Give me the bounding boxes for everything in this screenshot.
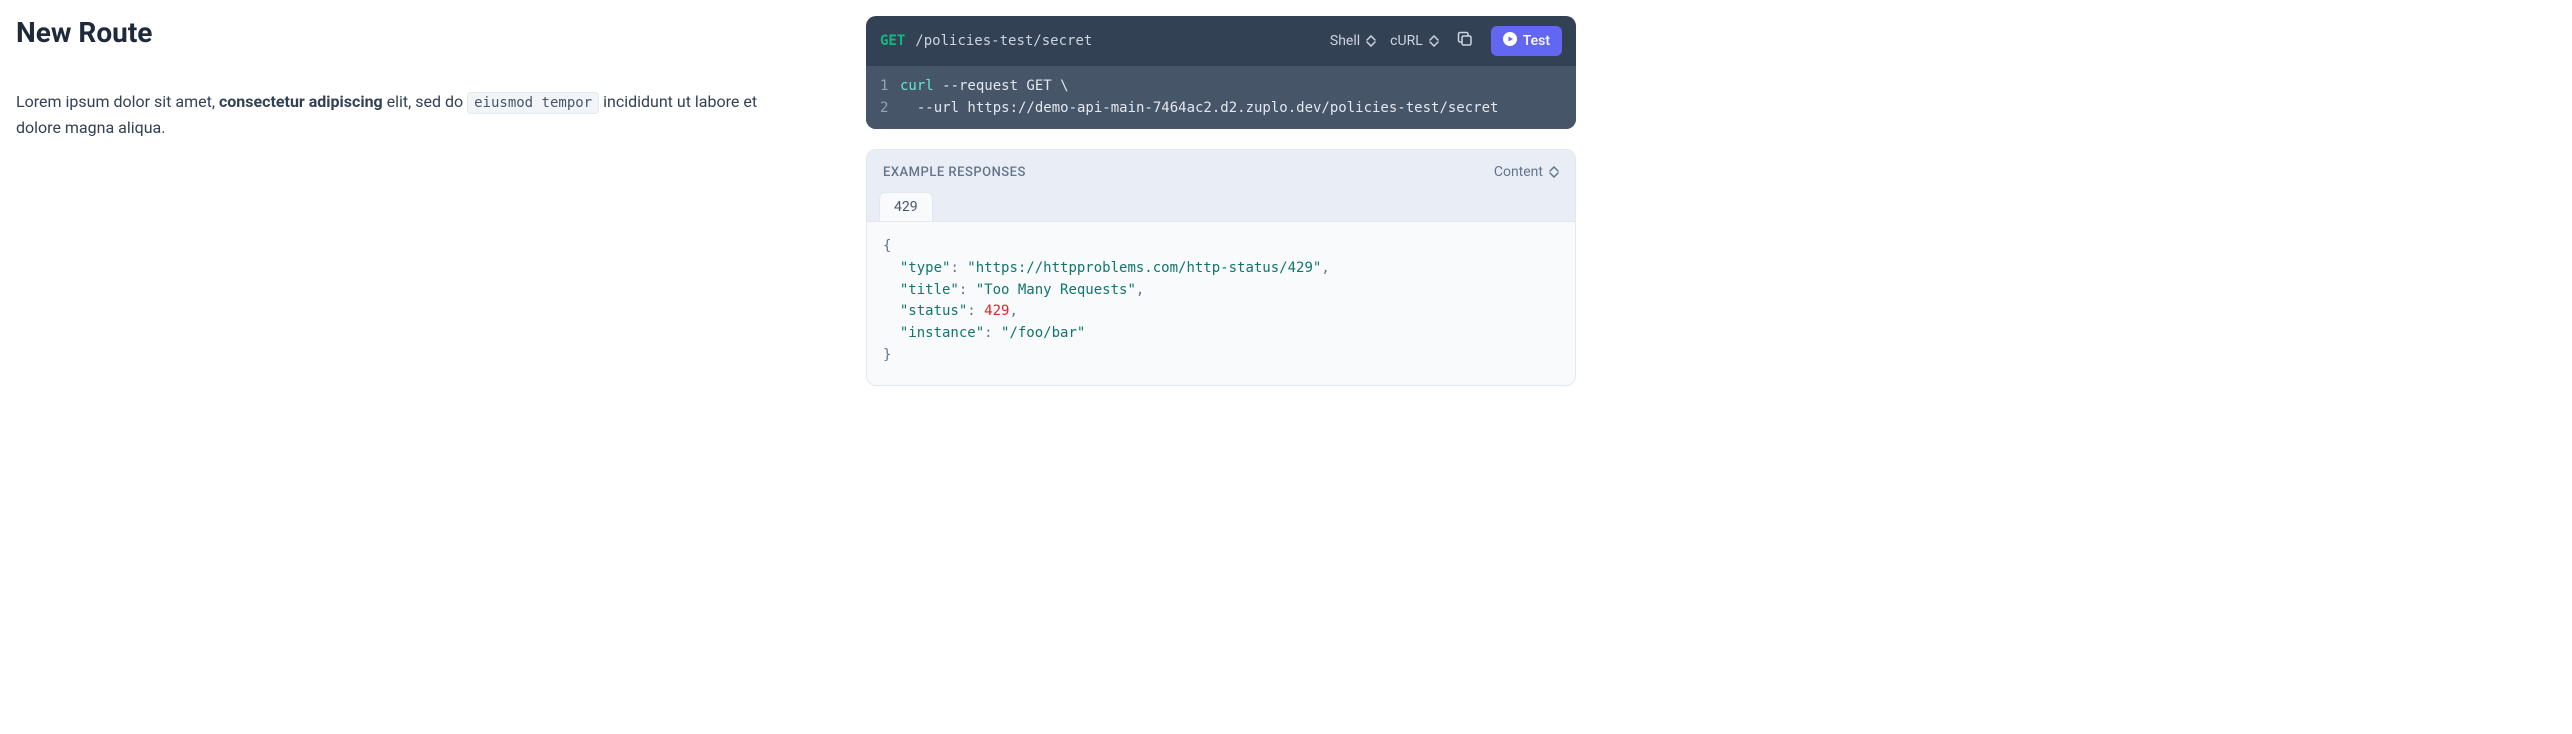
chevron-sort-icon	[1366, 35, 1376, 47]
inline-code: eiusmod tempor	[467, 92, 599, 114]
copy-button[interactable]	[1453, 29, 1477, 53]
code-text: --request GET \	[934, 78, 1069, 94]
content-selector[interactable]: Content	[1494, 164, 1559, 180]
line-number: 2	[880, 98, 900, 120]
desc-text: Lorem ipsum dolor sit amet,	[16, 92, 219, 111]
code-line: 1 curl --request GET \	[880, 76, 1562, 98]
json-key: "instance"	[900, 325, 984, 341]
content-label: Content	[1494, 164, 1543, 180]
response-section-title: EXAMPLE RESPONSES	[883, 165, 1026, 180]
json-key: "type"	[900, 260, 951, 276]
json-key: "title"	[900, 282, 959, 298]
tool-selector[interactable]: cURL	[1390, 33, 1439, 49]
request-card: GET /policies-test/secret Shell cURL	[866, 16, 1576, 129]
tool-label: cURL	[1390, 33, 1423, 49]
desc-text: elit, sed do	[383, 92, 467, 111]
json-value: 429	[984, 303, 1009, 319]
response-tab-429[interactable]: 429	[879, 192, 933, 221]
test-button-label: Test	[1523, 33, 1550, 49]
copy-icon	[1457, 31, 1473, 51]
play-icon	[1503, 32, 1517, 50]
response-body: { "type": "https://httpproblems.com/http…	[867, 221, 1575, 384]
response-header: EXAMPLE RESPONSES Content	[867, 150, 1575, 180]
chevron-sort-icon	[1549, 166, 1559, 178]
response-tabs: 429	[867, 180, 1575, 221]
language-label: Shell	[1330, 33, 1360, 49]
json-key: "status"	[900, 303, 967, 319]
chevron-sort-icon	[1429, 35, 1439, 47]
json-value: "https://httpproblems.com/http-status/42…	[967, 260, 1321, 276]
page-description: Lorem ipsum dolor sit amet, consectetur …	[16, 89, 766, 142]
request-code-block: 1 curl --request GET \ 2 --url https://d…	[866, 66, 1576, 129]
desc-bold: consectetur adipiscing	[219, 92, 383, 111]
json-value: "/foo/bar"	[1001, 325, 1085, 341]
request-path: /policies-test/secret	[915, 33, 1320, 49]
code-text: --url https://demo-api-main-7464ac2.d2.z…	[900, 98, 1498, 120]
request-header: GET /policies-test/secret Shell cURL	[866, 16, 1576, 66]
line-number: 1	[880, 76, 900, 98]
test-button[interactable]: Test	[1491, 26, 1562, 56]
language-selector[interactable]: Shell	[1330, 33, 1376, 49]
code-command: curl	[900, 78, 934, 94]
json-value: "Too Many Requests"	[976, 282, 1136, 298]
http-method: GET	[880, 33, 905, 49]
code-line: 2 --url https://demo-api-main-7464ac2.d2…	[880, 98, 1562, 120]
response-card: EXAMPLE RESPONSES Content 429 { "type": …	[866, 149, 1576, 385]
page-title: New Route	[16, 16, 766, 49]
